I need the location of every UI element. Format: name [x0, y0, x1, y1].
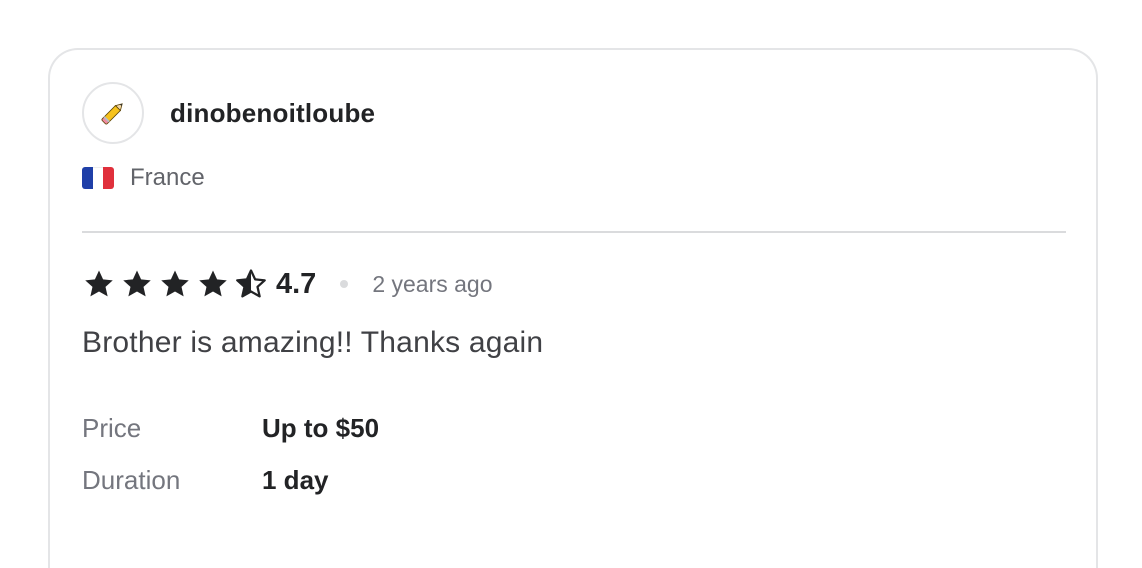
avatar[interactable] — [82, 82, 144, 144]
star-icon — [199, 270, 227, 297]
rating-row: 4.7 2 years ago — [82, 264, 493, 304]
duration-label: Duration — [82, 464, 181, 495]
review-card: dinobenoitloube France 4.7 2 years ago B… — [48, 48, 1098, 568]
country-name: France — [130, 164, 205, 191]
pencil-icon — [101, 103, 123, 125]
review-time: 2 years ago — [372, 270, 493, 297]
price-row: Price Up to $50 — [82, 402, 379, 454]
reviewer-username[interactable]: dinobenoitloube — [170, 98, 375, 129]
star-icon — [123, 270, 151, 297]
duration-row: Duration 1 day — [82, 454, 379, 506]
reviewer-country: France — [82, 164, 205, 192]
review-header: dinobenoitloube — [82, 82, 375, 144]
rating-value: 4.7 — [276, 267, 317, 300]
half-star-icon — [236, 269, 266, 298]
review-details: Price Up to $50 Duration 1 day — [82, 402, 379, 506]
review-text: Brother is amazing!! Thanks again — [82, 326, 544, 359]
separator-dot — [340, 280, 349, 288]
divider — [82, 231, 1066, 233]
star-icon — [85, 270, 113, 297]
france-flag-icon — [82, 167, 114, 189]
price-value: Up to $50 — [262, 412, 380, 443]
price-label: Price — [82, 412, 142, 443]
duration-value: 1 day — [262, 464, 329, 495]
star-rating — [82, 267, 272, 301]
star-icon — [161, 270, 189, 297]
